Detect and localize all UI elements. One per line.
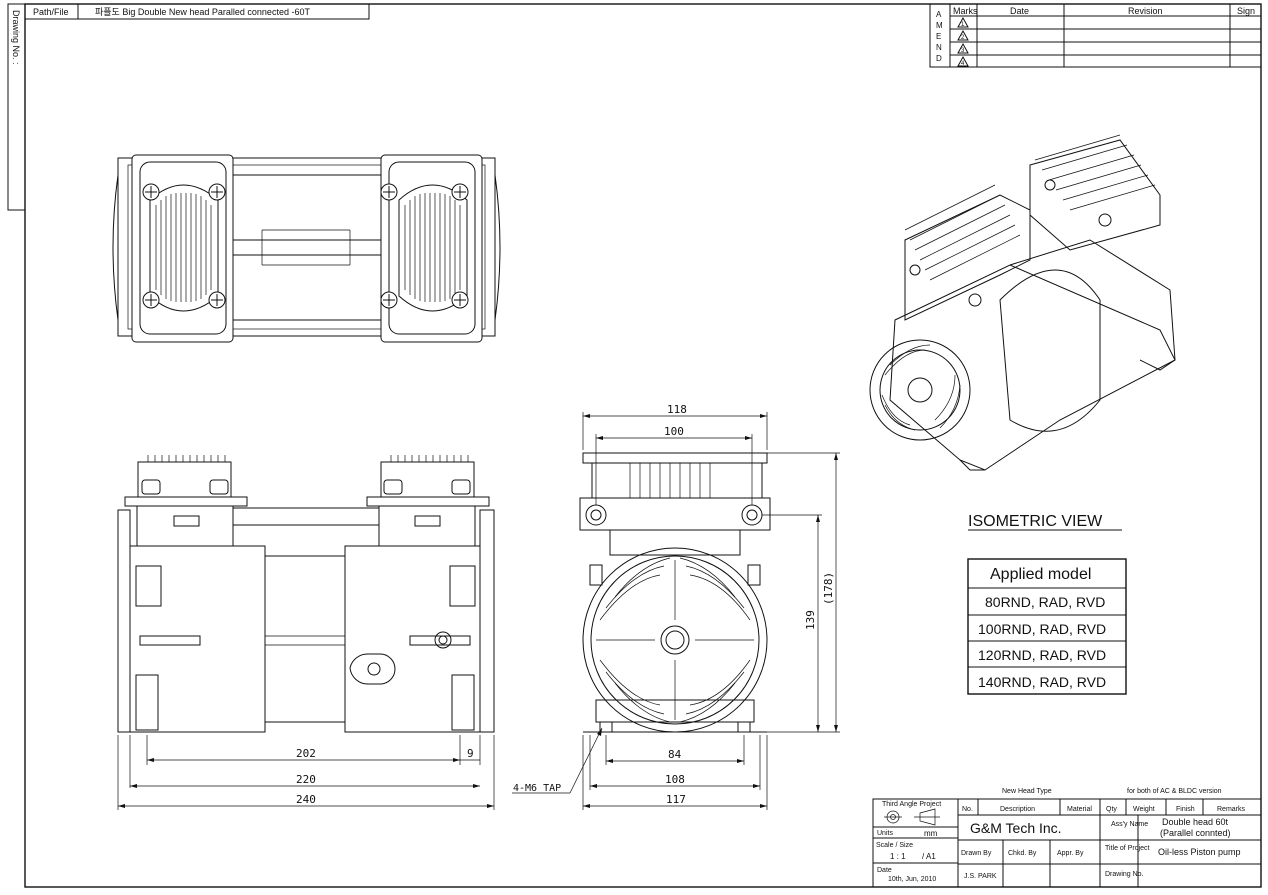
appr-by-label: Appr. By	[1057, 850, 1084, 857]
dim-118: 118	[667, 403, 687, 416]
front-dimensions: 118 100 139 (178) 84 108 117 4-M6 TAP	[512, 403, 840, 810]
rev-header-sign: Sign	[1237, 6, 1255, 16]
col-qty: Qty	[1106, 806, 1117, 813]
title-of-project-label: Title of Project	[1105, 845, 1150, 852]
applied-model-row: 120RND, RAD, RVD	[978, 647, 1106, 663]
front-view	[579, 452, 771, 733]
size-value: / A1	[922, 852, 936, 861]
col-finish: Finish	[1176, 806, 1195, 813]
col-remarks: Remarks	[1217, 806, 1246, 813]
amend-d: D	[936, 54, 942, 63]
side-view	[117, 455, 495, 733]
col-description: Description	[1000, 806, 1035, 813]
scale-value: 1 : 1	[890, 852, 906, 861]
revision-table: A M E N D Marks Date Revision Sign 1 2 3…	[929, 3, 1262, 68]
chkd-by-label: Chkd. By	[1008, 850, 1037, 857]
drawer-name: J.S. PARK	[964, 873, 997, 880]
applied-model-table: Applied model 80RND, RAD, RVD 100RND, RA…	[967, 558, 1127, 695]
dim-202: 202	[296, 747, 316, 760]
title-block: New Head Type for both of AC & BLDC vers…	[872, 788, 1262, 888]
company-name: G&M Tech Inc.	[970, 820, 1062, 836]
fan-grille	[596, 557, 754, 723]
applied-model-title: Applied model	[990, 566, 1091, 583]
col-no: No.	[962, 806, 973, 813]
revision-mark-1: 1	[957, 16, 969, 28]
dim-240: 240	[296, 793, 316, 806]
assy-label: Ass'y Name	[1111, 821, 1148, 828]
amend-e: E	[936, 32, 941, 41]
dim-117: 117	[666, 793, 686, 806]
isometric-title: ISOMETRIC VIEW	[968, 513, 1103, 530]
amend-m: M	[936, 21, 943, 30]
side-motor-left	[129, 545, 266, 733]
drawing-no-title-label: Drawing No.	[1105, 871, 1144, 878]
assy-value-2: (Parallel connted)	[1160, 828, 1231, 838]
third-angle-label: Third Angle Project	[882, 801, 941, 808]
top-view	[112, 154, 501, 343]
applied-model-row: 140RND, RAD, RVD	[978, 674, 1106, 690]
side-left-head	[124, 455, 248, 547]
drawing-border	[24, 3, 1262, 888]
units-value: mm	[924, 829, 938, 838]
path-file-header: Path/File 파플도 Big Double New head Parall…	[24, 3, 370, 20]
revision-mark-4: 4	[957, 55, 969, 67]
date-label: Date	[877, 867, 892, 874]
assy-value-1: Double head 60t	[1162, 817, 1229, 827]
col-material: Material	[1067, 806, 1092, 813]
dim-178: (178)	[822, 572, 835, 605]
dim-84: 84	[668, 748, 682, 761]
side-motor-right	[344, 545, 481, 733]
third-angle-symbol-icon	[884, 808, 940, 826]
tap-label: 4-M6 TAP	[513, 783, 561, 794]
dim-220: 220	[296, 773, 316, 786]
revision-mark-2: 2	[957, 29, 969, 41]
applied-model-row: 100RND, RAD, RVD	[978, 621, 1106, 637]
title-of-project: Oil-less Piston pump	[1158, 847, 1241, 857]
amend-a: A	[936, 10, 942, 19]
side-dimensions: 202 9 220 240	[117, 735, 495, 810]
dim-139: 139	[804, 610, 817, 630]
col-weight: Weight	[1133, 806, 1155, 813]
scale-label: Scale / Size	[876, 842, 913, 849]
path-value: 파플도 Big Double New head Paralled connect…	[95, 7, 310, 17]
new-head-type: New Head Type	[1002, 788, 1052, 795]
isometric-view	[869, 134, 1176, 471]
date-value: 10th, Jun, 2010	[888, 876, 936, 883]
revision-mark-3: 3	[957, 42, 969, 54]
technical-drawing: Drawing No. : Path/File 파플도 Big Double N…	[7, 3, 1262, 888]
side-right-head	[366, 455, 490, 547]
applied-model-row: 80RND, RAD, RVD	[985, 594, 1105, 610]
dim-108: 108	[665, 773, 685, 786]
dim-100: 100	[664, 425, 684, 438]
amend-n: N	[936, 43, 942, 52]
drawn-by-label: Drawn By	[961, 850, 992, 857]
path-label: Path/File	[33, 7, 69, 17]
dim-9: 9	[467, 747, 474, 760]
ac-bldc-note: for both of AC & BLDC version	[1127, 788, 1222, 795]
units-label: Units	[877, 830, 893, 837]
drawing-no-label: Drawing No. :	[11, 10, 21, 65]
rev-header-date: Date	[1010, 6, 1029, 16]
rev-header-marks: Marks	[953, 6, 978, 16]
rev-header-revision: Revision	[1128, 6, 1163, 16]
